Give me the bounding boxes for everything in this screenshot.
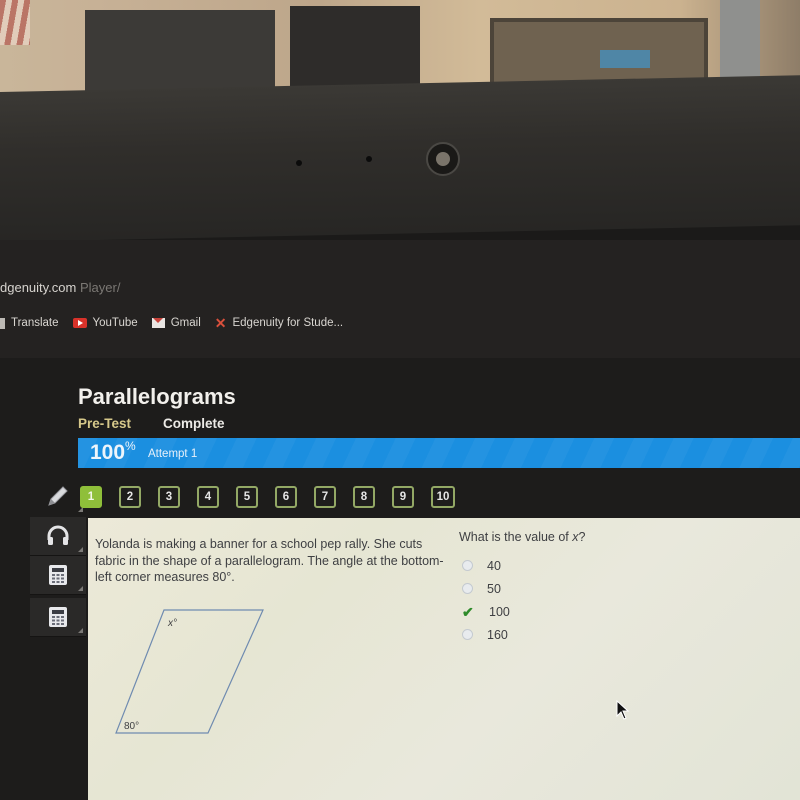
- bookmark-label: Translate: [11, 317, 59, 329]
- gmail-icon: [151, 318, 165, 328]
- problem-prompt: Yolanda is making a banner for a school …: [95, 537, 444, 584]
- audio-tool-button[interactable]: [30, 517, 86, 556]
- answer-options: 40 50 ✔ 100 160: [462, 554, 510, 646]
- question-8-button[interactable]: 8: [353, 486, 375, 508]
- question-2-button[interactable]: 2: [119, 486, 141, 508]
- laptop-bezel: [0, 75, 800, 242]
- answer-option-correct[interactable]: ✔ 100: [462, 600, 510, 623]
- question-navigation: 1 2 3 4 5 6 7 8 9 10: [80, 486, 472, 508]
- question-3-button[interactable]: 3: [158, 486, 180, 508]
- percent-sign: %: [125, 439, 136, 453]
- bookmark-youtube[interactable]: YouTube: [72, 317, 138, 329]
- address-bar[interactable]: dgenuity.com Player/: [0, 280, 400, 300]
- microphone-hole: [296, 160, 302, 166]
- microphone-hole: [366, 156, 372, 162]
- checkmark-icon: ✔: [462, 603, 474, 620]
- question-panel: Yolanda is making a banner for a school …: [88, 518, 800, 800]
- lesson-content: Parallelograms Pre-Test Complete 100% At…: [0, 358, 800, 800]
- angle-label-x: x°: [167, 618, 177, 629]
- radio-button[interactable]: [462, 560, 473, 571]
- option-label: 40: [487, 558, 501, 573]
- webcam: [426, 142, 460, 176]
- tools-sidebar: [28, 483, 88, 773]
- page-title: Parallelograms: [78, 384, 236, 409]
- question-9-button[interactable]: 9: [392, 486, 414, 508]
- bookmark-label: Gmail: [170, 317, 201, 329]
- option-label: 50: [487, 581, 501, 596]
- parallelogram-diagram: x° 80°: [115, 609, 264, 734]
- calculator-icon: [49, 607, 67, 627]
- question-7-button[interactable]: 7: [314, 486, 336, 508]
- tab-pre-test[interactable]: Pre-Test: [78, 416, 131, 431]
- mouse-cursor-icon: [616, 700, 630, 720]
- radio-button[interactable]: [462, 629, 473, 640]
- attempt-label: Attempt 1: [148, 448, 198, 460]
- headphones-icon: [47, 525, 69, 545]
- radio-button[interactable]: [462, 583, 473, 594]
- angle-label-80: 80°: [124, 721, 139, 732]
- answer-option[interactable]: 160: [462, 623, 510, 646]
- question-text: What is the value of x?: [459, 530, 585, 544]
- progress-bar: 100% Attempt 1: [78, 438, 800, 468]
- question-5-button[interactable]: 5: [236, 486, 258, 508]
- question-10-button[interactable]: 10: [431, 486, 455, 508]
- edgenuity-icon: ✕: [214, 314, 227, 331]
- pencil-tool-button[interactable]: [30, 477, 86, 515]
- bookmarks-bar: Translate YouTube Gmail ✕ Edgenuity for …: [0, 312, 357, 334]
- question-1-button[interactable]: 1: [80, 486, 102, 508]
- calculator-tool-button[interactable]: [30, 556, 86, 595]
- progress-percent: 100%: [90, 439, 136, 465]
- translate-icon: [0, 317, 5, 329]
- bookmark-label: YouTube: [92, 317, 138, 329]
- laptop-screen: dgenuity.com Player/ Translate YouTube G…: [0, 240, 800, 800]
- bookmark-gmail[interactable]: Gmail: [151, 317, 201, 329]
- question-prefix: What is the value of: [459, 530, 573, 544]
- percent-value: 100: [90, 441, 126, 464]
- bookmark-label: Edgenuity for Stude...: [232, 317, 344, 329]
- question-6-button[interactable]: 6: [275, 486, 297, 508]
- url-domain: dgenuity.com: [0, 280, 77, 295]
- question-4-button[interactable]: 4: [197, 486, 219, 508]
- option-label: 160: [487, 627, 508, 642]
- bookmark-edgenuity[interactable]: ✕ Edgenuity for Stude...: [215, 315, 343, 332]
- calculator-2-tool-button[interactable]: [30, 598, 86, 637]
- pencil-icon: [48, 486, 68, 506]
- bookmark-translate[interactable]: Translate: [0, 317, 59, 329]
- parallelogram-shape: [115, 609, 264, 734]
- tab-complete[interactable]: Complete: [163, 416, 225, 431]
- background-curtain: [720, 0, 760, 85]
- calculator-icon: [49, 565, 67, 585]
- answer-option[interactable]: 40: [462, 554, 510, 577]
- question-suffix: ?: [578, 530, 586, 544]
- option-label: 100: [489, 604, 510, 619]
- youtube-icon: [72, 318, 87, 328]
- background-object: [600, 50, 650, 68]
- flag-decoration: [0, 0, 30, 45]
- answer-option[interactable]: 50: [462, 577, 510, 600]
- url-path: Player/: [76, 280, 121, 295]
